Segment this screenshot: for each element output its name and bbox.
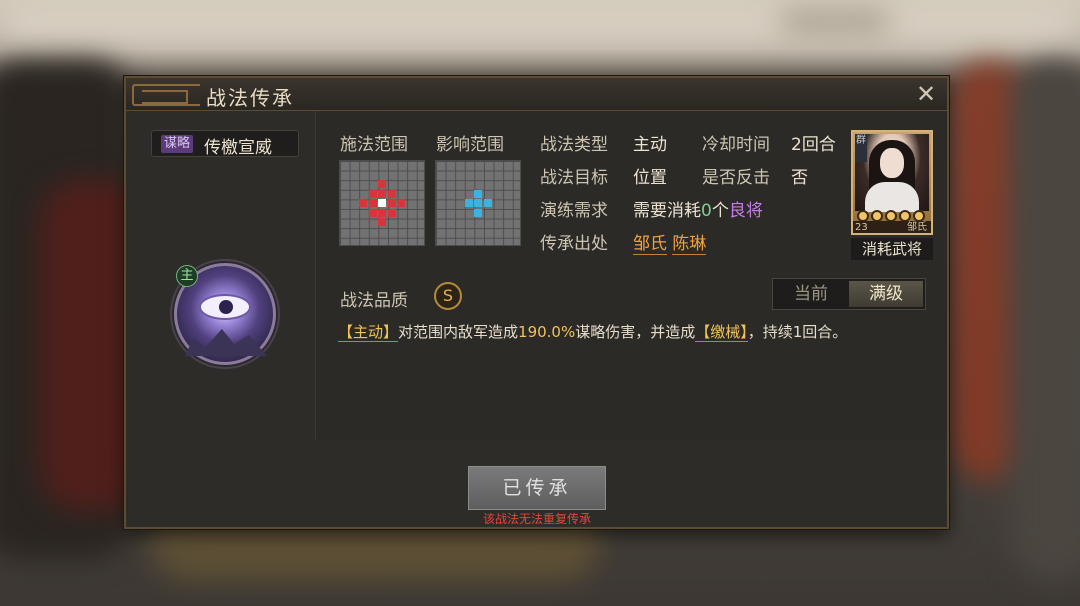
general-name: 邹氏 [907,222,927,233]
practice-label: 演练需求 [540,201,608,221]
skill-description: 【主动】对范围内敌军造成190.0%谋略伤害，并造成【缴械】，持续1回合。 [338,321,938,342]
skill-name: 传檄宣威 [204,138,272,158]
dialog-footer: 已传承 该战法无法重复传承 [126,439,947,527]
range-cell [368,208,377,217]
range-cell [387,208,396,217]
skill-type-tag: 谋略 [161,135,194,153]
eye-icon [199,294,251,320]
source-general-2[interactable]: 陈琳 [672,234,707,255]
skill-target-label: 战法目标 [540,168,608,188]
effect-cell [483,199,492,207]
skill-summary-panel: 谋略 传檄宣威 主 [126,111,316,439]
range-cell [397,199,405,207]
range-cell [368,189,377,198]
general-level: 23 [855,222,868,233]
skill-type-label: 战法类型 [540,135,608,155]
cast-range-grid [339,160,425,246]
general-card[interactable]: 群 23 邹氏 [851,130,933,235]
cooldown-label: 冷却时间 [702,135,770,155]
range-cell [378,189,386,198]
tab-current-level[interactable]: 当前 [773,279,849,309]
tag-disarm[interactable]: 【缴械】 [695,323,748,342]
hills-icon [185,329,267,356]
practice-value: 需要消耗0个良将 [633,196,763,221]
cannot-repeat-note: 该战法无法重复传承 [482,512,591,526]
effect-range-grid [435,160,521,246]
source-general-1[interactable]: 邹氏 [633,234,667,255]
close-icon[interactable]: ✕ [913,81,939,107]
cast-range-label: 施法范围 [340,135,408,155]
practice-prefix: 需要消耗 [633,201,701,221]
counter-label: 是否反击 [702,168,770,188]
main-skill-badge: 主 [176,265,198,287]
effect-range-label: 影响范围 [436,135,504,155]
title-ornament-icon [132,84,200,106]
tab-max-level[interactable]: 满级 [849,281,923,307]
consume-general-label: 消耗武将 [851,238,933,260]
skill-name-box: 谋略 传檄宣威 [151,130,299,158]
desc-part1: 对范围内敌军造成 [398,323,519,341]
practice-count: 0 [701,201,712,221]
inherited-button[interactable]: 已传承 [468,466,606,510]
desc-part3: ，持续1回合。 [747,323,848,341]
desc-part2: 谋略伤害，并造成 [575,323,696,341]
skill-inherit-dialog: 战法传承 ✕ 谋略 传檄宣威 主 施法范围 影响范围 战法类型 主动 冷却时间 … [124,76,949,529]
effect-cell [464,199,473,207]
skill-type-value: 主动 [633,135,667,155]
range-cell [378,180,386,188]
range-cell [359,199,367,207]
quality-grade-badge: S [434,282,462,310]
range-cell [387,199,396,207]
quality-label: 战法品质 [340,291,408,311]
dialog-title: 战法传承 [206,86,294,110]
tag-active[interactable]: 【主动】 [338,323,399,342]
range-cell [378,208,386,217]
counter-value: 否 [791,168,808,188]
damage-value: 190.0% [518,323,576,341]
cooldown-value: 2回合 [791,135,836,155]
range-cell [378,218,386,226]
source-label: 传承出处 [540,234,608,254]
range-cell [387,189,396,198]
faction-tag: 群 [855,134,867,162]
effect-cell [474,189,482,198]
effect-cell [474,208,482,217]
level-toggle: 当前 满级 [772,278,926,310]
skill-target-value: 位置 [633,168,667,188]
practice-item: 良将 [728,201,763,221]
range-center-cell [378,199,386,207]
effect-cell [474,199,482,207]
range-cell [368,199,377,207]
card-info-bar: 23 邹氏 [853,221,931,233]
source-value: 邹氏 陈琳 [633,229,707,255]
practice-unit: 个 [711,201,729,221]
dialog-titlebar: 战法传承 ✕ [126,78,947,111]
